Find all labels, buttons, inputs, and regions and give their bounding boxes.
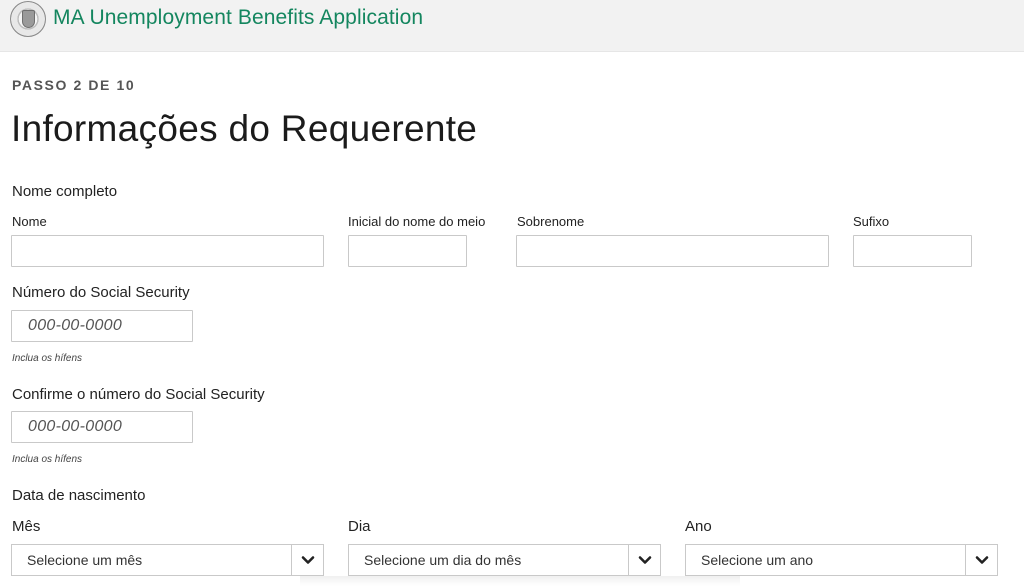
month-select-value: Selecione um mês — [27, 552, 143, 568]
month-select-toggle[interactable] — [291, 545, 323, 575]
ssn-confirm-input[interactable]: 000-00-0000 — [11, 411, 193, 443]
chevron-down-icon — [301, 556, 315, 564]
chevron-down-icon — [975, 556, 989, 564]
ssn-input[interactable]: 000-00-0000 — [11, 310, 193, 342]
step-indicator: PASSO 2 DE 10 — [12, 77, 136, 93]
day-label: Dia — [348, 518, 371, 535]
app-title: MA Unemployment Benefits Application — [53, 6, 424, 29]
ssn-label: Número do Social Security — [12, 284, 190, 301]
year-select[interactable]: Selecione um ano — [685, 544, 998, 576]
seal-shield-icon — [22, 10, 35, 28]
first-name-input[interactable] — [11, 235, 324, 267]
year-select-value: Selecione um ano — [701, 552, 814, 568]
last-name-label: Sobrenome — [517, 214, 585, 229]
suffix-input[interactable] — [853, 235, 972, 267]
month-select[interactable]: Selecione um mês — [11, 544, 324, 576]
middle-initial-label: Inicial do nome do meio — [348, 214, 486, 229]
last-name-input[interactable] — [516, 235, 829, 267]
ssn-placeholder: 000-00-0000 — [28, 317, 123, 334]
month-label: Mês — [12, 518, 41, 535]
middle-initial-input[interactable] — [348, 235, 467, 267]
day-select-toggle[interactable] — [628, 545, 660, 575]
scroll-shadow — [300, 576, 740, 586]
day-select[interactable]: Selecione um dia do mês — [348, 544, 661, 576]
ssn-confirm-label: Confirme o número do Social Security — [12, 386, 265, 403]
ssn-confirm-hint: Inclua os hífens — [12, 454, 83, 465]
suffix-label: Sufixo — [853, 214, 890, 229]
full-name-section-label: Nome completo — [12, 183, 118, 200]
day-select-value: Selecione um dia do mês — [364, 552, 522, 568]
year-select-toggle[interactable] — [965, 545, 997, 575]
dob-section-label: Data de nascimento — [12, 487, 146, 504]
page-title: Informações do Requerente — [11, 108, 478, 149]
ssn-confirm-placeholder: 000-00-0000 — [28, 418, 123, 435]
ssn-hint: Inclua os hífens — [12, 353, 83, 364]
massachusetts-seal-icon — [10, 1, 46, 37]
chevron-down-icon — [638, 556, 652, 564]
app-header: MA Unemployment Benefits Application — [0, 0, 1024, 52]
year-label: Ano — [685, 518, 712, 535]
first-name-label: Nome — [12, 214, 47, 229]
